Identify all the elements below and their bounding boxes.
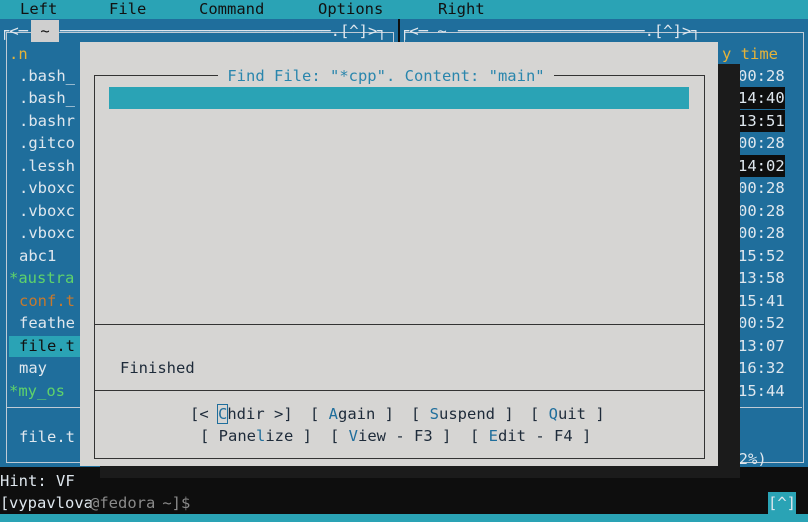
prompt-bracket: [ xyxy=(0,494,10,512)
suspend-button[interactable]: [ Suspend ] xyxy=(411,403,514,425)
search-status: Finished xyxy=(120,359,195,377)
edit-button[interactable]: [ Edit - F4 ] xyxy=(470,425,591,447)
file-time: 16:32 xyxy=(738,359,785,377)
file-time: 13:51 xyxy=(738,110,785,132)
left-panel-top-left: ┌<─ xyxy=(0,22,28,40)
view-button[interactable]: [ View - F3 ] xyxy=(330,425,451,447)
file-item[interactable]: feathe xyxy=(19,312,75,334)
file-item[interactable]: .gitco xyxy=(19,132,75,154)
dialog-title: Find File: "*cpp". Content: "main" xyxy=(218,67,554,85)
prompt-user: vypavlova xyxy=(9,494,93,512)
left-panel-column-header[interactable]: .n xyxy=(9,43,28,65)
dialog-title-bg: Find File: "*cpp". Content: "main" xyxy=(218,65,554,87)
file-item[interactable]: .vboxc xyxy=(19,177,75,199)
left-panel-path[interactable]: ~ xyxy=(31,20,59,42)
file-item[interactable]: *my_os xyxy=(9,380,65,402)
prompt-history-button[interactable]: [^] xyxy=(768,492,796,514)
file-time: 15:44 xyxy=(738,382,785,400)
quit-button[interactable]: [ Quit ] xyxy=(530,403,605,425)
menu-command[interactable]: Command xyxy=(199,0,264,20)
file-time: 00:28 xyxy=(738,134,785,152)
file-item[interactable]: .bash_ xyxy=(19,87,75,109)
hint-text: Hint: VF xyxy=(0,472,75,490)
file-item[interactable]: .vboxc xyxy=(19,222,75,244)
shell-prompt[interactable]: [ vypavlova @fedora ~]$ [^] xyxy=(0,492,808,514)
dialog-shadow xyxy=(100,466,740,478)
file-time: 00:28 xyxy=(738,224,785,242)
right-panel-top-left: ┌<─ ~ xyxy=(400,22,447,40)
file-time: 13:58 xyxy=(738,269,785,287)
results-list-selection[interactable] xyxy=(109,87,689,109)
again-button[interactable]: [ Again ] xyxy=(310,403,394,425)
right-panel-column-header[interactable]: y time xyxy=(722,43,778,65)
chdir-button[interactable]: [< Chdir >] xyxy=(190,403,293,425)
menu-options[interactable]: Options xyxy=(318,0,383,20)
file-item[interactable]: abc1 xyxy=(19,245,56,267)
file-item[interactable]: .vboxc xyxy=(19,200,75,222)
file-item[interactable]: may xyxy=(19,357,47,379)
file-time: 00:52 xyxy=(738,314,785,332)
file-item[interactable]: .bash_ xyxy=(19,65,75,87)
file-time: 14:40 xyxy=(738,87,785,109)
left-panel-status: file.t xyxy=(19,428,75,446)
left-panel-top-mid: ─────────────────────────────.[^]>┐ xyxy=(60,22,387,40)
panelize-button[interactable]: [ Panelize ] xyxy=(200,425,312,447)
file-item[interactable]: .bashr xyxy=(19,110,75,132)
find-file-dialog: Find File: "*cpp". Content: "main" Finis… xyxy=(80,42,718,466)
results-list[interactable] xyxy=(95,112,702,324)
dialog-shadow xyxy=(718,64,740,478)
file-time: 15:41 xyxy=(738,292,785,310)
menu-left[interactable]: Left xyxy=(20,0,57,20)
file-item[interactable]: .lessh xyxy=(19,155,75,177)
menu-file[interactable]: File xyxy=(109,0,146,20)
file-time: 00:28 xyxy=(738,202,785,220)
file-time: 13:07 xyxy=(738,337,785,355)
file-item[interactable]: *austra xyxy=(9,267,74,289)
file-time: 00:28 xyxy=(738,67,785,85)
prompt-rest: ~]$ xyxy=(153,494,191,512)
right-panel-top-mid: ────────────────────.[^]>┐ xyxy=(458,22,701,40)
file-time: 14:02 xyxy=(738,155,785,177)
prompt-host: @fedora xyxy=(90,494,156,512)
menu-right[interactable]: Right xyxy=(438,0,485,20)
function-key-bar[interactable] xyxy=(0,514,808,522)
dialog-divider-1 xyxy=(95,324,704,325)
file-item[interactable]: conf.t xyxy=(19,290,75,312)
file-time: 00:28 xyxy=(738,179,785,197)
dialog-divider-2 xyxy=(95,390,704,391)
file-item-selected[interactable]: file.t xyxy=(19,335,75,357)
menu-bar: Left File Command Options Right xyxy=(0,0,808,19)
file-time: 15:52 xyxy=(738,247,785,265)
